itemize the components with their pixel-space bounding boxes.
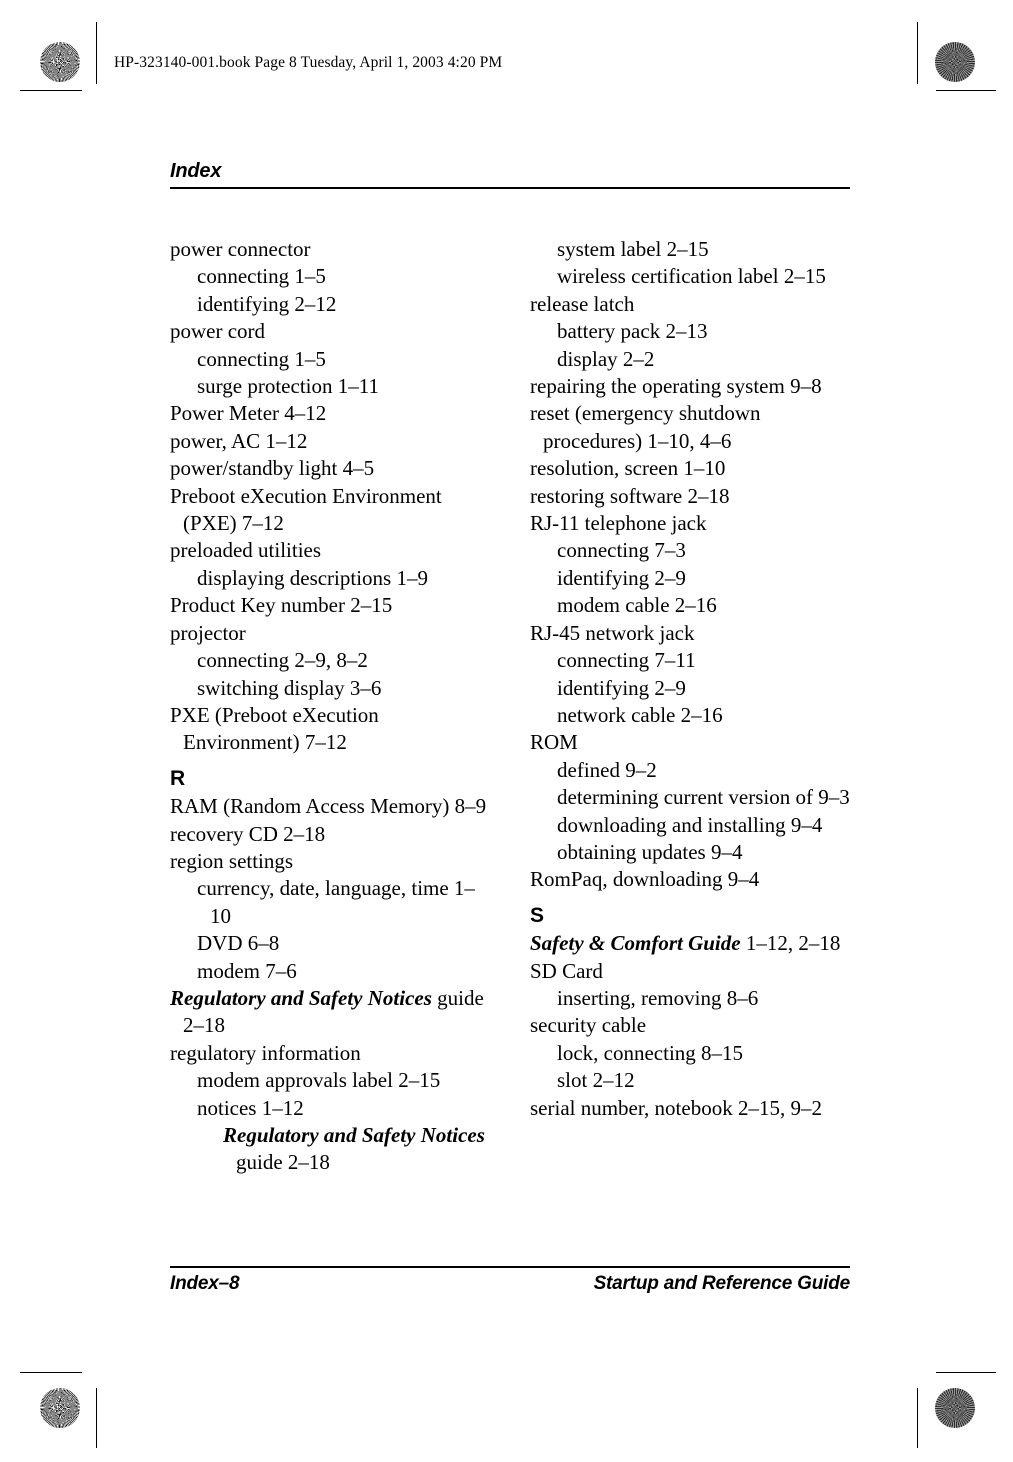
crosshair-mark-upper-left <box>26 88 88 150</box>
index-subentry: Regulatory and Safety Notices guide 2–18 <box>223 1123 485 1175</box>
index-subentry: currency, date, language, time 1–10 <box>197 876 475 928</box>
index-subentry: identifying 2–9 <box>557 675 686 700</box>
index-entry: release latch <box>530 291 635 316</box>
index-entry: ROM <box>530 730 578 755</box>
index-subentry: lock, connecting 8–15 <box>557 1040 744 1065</box>
index-entry: RJ-45 network jack <box>530 620 695 645</box>
index-entry: RJ-11 telephone jack <box>530 511 707 536</box>
index-entry: power cord <box>170 319 266 344</box>
index-subentry: connecting 7–11 <box>557 648 696 673</box>
index-subentry: DVD 6–8 <box>197 931 280 956</box>
index-entry: restoring software 2–18 <box>530 483 730 508</box>
crosshair-mark-bottom-right <box>862 1390 924 1452</box>
crosshair-mark-bottom-left <box>84 1390 146 1452</box>
index-subentry: switching display 3–6 <box>197 675 382 700</box>
crop-line-bottom-right-vertical <box>917 1388 919 1448</box>
crosshair-mark-top-right <box>862 32 924 94</box>
book-slug-line: HP-323140-001.book Page 8 Tuesday, April… <box>114 54 503 71</box>
index-column-right: system label 2–15 wireless certification … <box>530 236 850 1177</box>
index-subentry: battery pack 2–13 <box>557 319 708 344</box>
footer-page-number: Index–8 <box>170 1272 240 1294</box>
index-section-letter: S <box>530 903 545 927</box>
index-entry-title-italic: Regulatory and Safety Notices <box>170 985 432 1010</box>
index-subentry: displaying descriptions 1–9 <box>197 565 428 590</box>
index-entry: serial number, notebook 2–15, 9–2 <box>530 1095 822 1120</box>
index-entry: region settings <box>170 848 294 873</box>
index-entry-title-italic: Safety & Comfort Guide <box>530 931 741 956</box>
radial-starburst-mark-top-left <box>40 42 80 82</box>
index-subentry: defined 9–2 <box>557 757 657 782</box>
index-subentry: slot 2–12 <box>557 1068 635 1093</box>
index-subentry: wireless certification label 2–15 <box>557 264 826 289</box>
index-subentry: connecting 2–9, 8–2 <box>197 648 368 673</box>
index-subentry: determining current version of 9–3 <box>557 785 850 810</box>
index-subentry: notices 1–12 <box>197 1095 304 1120</box>
footer-rule <box>170 1266 850 1268</box>
index-entry: preloaded utilities <box>170 538 322 563</box>
index-subentry: connecting 1–5 <box>197 264 326 289</box>
index-subentry: downloading and installing 9–4 <box>557 812 823 837</box>
index-entry: Power Meter 4–12 <box>170 401 327 426</box>
index-entry: RAM (Random Access Memory) 8–9 <box>170 794 487 819</box>
index-subentry: inserting, removing 8–6 <box>557 985 759 1010</box>
radial-starburst-mark-bottom-right <box>935 1388 975 1428</box>
crosshair-mark-middle-left <box>33 698 95 760</box>
crosshair-mark-lower-left <box>26 1312 88 1374</box>
page-footer: Index–8 Startup and Reference Guide <box>170 1266 850 1295</box>
index-entry: power connector <box>170 237 311 261</box>
index-entry: power, AC 1–12 <box>170 428 308 453</box>
index-entry: reset (emergency shutdown procedures) 1–… <box>530 401 761 453</box>
index-entry: repairing the operating system 9–8 <box>530 374 822 399</box>
header-rule <box>170 187 850 189</box>
radial-starburst-mark-top-right <box>935 42 975 82</box>
footer-guide-title: Startup and Reference Guide <box>593 1272 851 1294</box>
index-subentry: display 2–2 <box>557 346 655 371</box>
index-body: power connector connecting 1–5 identifying… <box>170 236 850 1177</box>
index-column-left: power connector connecting 1–5 identifying… <box>170 236 490 1177</box>
radial-starburst-mark-bottom-left <box>40 1388 80 1428</box>
index-entry: RomPaq, downloading 9–4 <box>530 867 760 892</box>
page-title: Index <box>170 160 222 182</box>
crosshair-mark-middle-right <box>921 698 983 760</box>
index-subentry: surge protection 1–11 <box>197 374 379 399</box>
index-subentry: connecting 7–3 <box>557 538 686 563</box>
index-subentry: modem 7–6 <box>197 958 297 983</box>
index-subentry: system label 2–15 <box>557 237 709 261</box>
index-entry: projector <box>170 620 246 645</box>
index-entry: SD Card <box>530 958 603 983</box>
page-header: Index <box>170 160 850 189</box>
crosshair-mark-upper-right <box>928 88 990 150</box>
index-entry-title-italic: Regulatory and Safety Notices <box>223 1123 485 1147</box>
index-subentry: identifying 2–9 <box>557 565 686 590</box>
index-subentry: modem approvals label 2–15 <box>197 1068 441 1093</box>
index-entry: recovery CD 2–18 <box>170 821 326 846</box>
index-subentry: network cable 2–16 <box>557 702 723 727</box>
index-section-letter: R <box>170 766 186 790</box>
index-entry: PXE (Preboot eXecution Environment) 7–12 <box>170 702 379 755</box>
index-entry: Regulatory and Safety Notices guide 2–18 <box>170 985 484 1038</box>
index-subentry: identifying 2–12 <box>197 291 337 316</box>
index-entry: regulatory information <box>170 1040 361 1065</box>
index-subentry: obtaining updates 9–4 <box>557 839 743 864</box>
index-subentry: modem cable 2–16 <box>557 593 717 618</box>
index-entry: security cable <box>530 1013 647 1038</box>
crop-line-top-right-vertical <box>917 22 919 84</box>
index-subentry: connecting 1–5 <box>197 346 326 371</box>
crosshair-mark-lower-right <box>928 1312 990 1374</box>
index-entry: Safety & Comfort Guide 1–12, 2–18 <box>530 931 841 956</box>
index-entry: power/standby light 4–5 <box>170 456 375 481</box>
index-entry: resolution, screen 1–10 <box>530 456 726 481</box>
index-entry: Preboot eXecution Environment (PXE) 7–12 <box>170 483 442 536</box>
index-entry: Product Key number 2–15 <box>170 593 393 618</box>
